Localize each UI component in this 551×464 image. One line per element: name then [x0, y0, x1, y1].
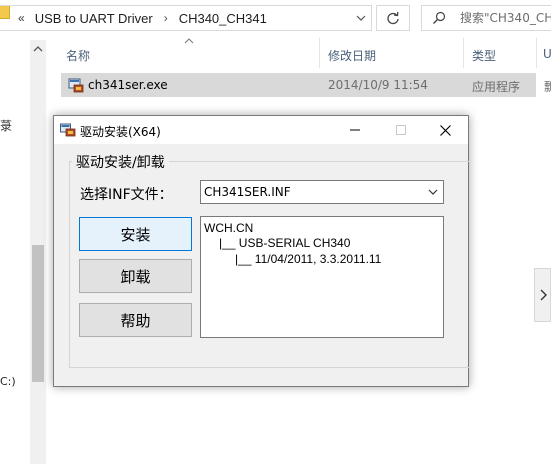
chevron-down-icon[interactable] [426, 184, 440, 200]
overflow-chevron-icon[interactable]: « [18, 11, 25, 25]
installer-exe-icon [68, 78, 84, 93]
help-button[interactable]: 帮助 [79, 303, 192, 337]
address-bar[interactable]: « USB to UART Driver › CH340_CH341 [0, 5, 372, 31]
column-name[interactable]: 名称 [66, 47, 90, 64]
group-title: 驱动安装/卸载 [72, 152, 169, 172]
uninstall-button[interactable]: 卸载 [79, 259, 192, 293]
navigation-pane: 菉 C:) [0, 36, 46, 464]
inf-file-label: 选择INF文件： [80, 187, 173, 203]
address-bar-area: « USB to UART Driver › CH340_CH341 [0, 0, 551, 36]
chevron-right-icon [540, 289, 547, 301]
file-name: ch341ser.exe [88, 78, 168, 92]
search-icon [433, 11, 446, 24]
search-input[interactable] [460, 6, 551, 30]
maximize-button[interactable] [378, 116, 424, 144]
sort-ascending-icon [184, 38, 194, 44]
dialog-title: 驱动安装(X64) [80, 125, 161, 139]
column-size-partial[interactable]: U [543, 47, 551, 61]
file-modified: 2014/10/9 11:54 [328, 78, 428, 92]
search-box [421, 5, 551, 31]
maximize-icon [396, 125, 406, 135]
minimize-icon [350, 129, 360, 131]
column-header: 名称 修改日期 类型 U [46, 36, 551, 72]
info-device: |__ USB-SERIAL CH340 [219, 236, 351, 250]
minimize-button[interactable] [332, 116, 378, 144]
install-button[interactable]: 安装 [79, 217, 192, 251]
app-icon [60, 123, 76, 137]
nav-scrollbar-thumb[interactable] [32, 245, 44, 382]
driver-install-dialog: 驱动安装(X64) 驱动安装/卸载 选择INF文件： CH341SER.INF [53, 115, 470, 387]
column-divider[interactable] [463, 38, 464, 68]
file-type: 应用程序 [472, 80, 521, 94]
inf-file-value: CH341SER.INF [204, 185, 291, 199]
chevron-down-icon [356, 15, 366, 21]
screen: « USB to UART Driver › CH340_CH341 搜索"CH… [0, 0, 551, 464]
column-divider[interactable] [319, 38, 320, 68]
refresh-box [376, 5, 410, 31]
column-divider[interactable] [536, 38, 537, 68]
inf-file-select[interactable]: CH341SER.INF [200, 180, 444, 204]
refresh-button[interactable] [377, 6, 409, 30]
breadcrumb-item-ch340-ch341[interactable]: CH340_CH341 [179, 11, 267, 26]
info-version: |__ 11/04/2011, 3.3.2011.11 [235, 252, 382, 266]
breadcrumb: « USB to UART Driver › CH340_CH341 [18, 11, 267, 26]
breadcrumb-item-usb-to-uart-driver[interactable]: USB to UART Driver [35, 11, 153, 26]
column-modified[interactable]: 修改日期 [328, 47, 376, 64]
address-dropdown-button[interactable] [355, 7, 367, 29]
info-vendor: WCH.CN [204, 221, 254, 235]
file-row-ch341ser[interactable]: ch341ser.exe 2014/10/9 11:54 应用程序 [61, 73, 536, 97]
scroll-up-icon[interactable] [30, 40, 46, 58]
breadcrumb-separator-icon[interactable]: › [164, 11, 168, 25]
dialog-titlebar[interactable]: 驱动安装(X64) [54, 116, 468, 144]
nav-item-fragment[interactable]: 菉 [0, 117, 12, 134]
column-type[interactable]: 类型 [472, 47, 496, 64]
driver-info-box: WCH.CN |__ USB-SERIAL CH340 |__ 11/04/20… [200, 216, 444, 338]
refresh-icon [387, 11, 399, 25]
nav-item-drive-fragment[interactable]: C:) [0, 375, 16, 388]
horizontal-scroll-right-button[interactable] [534, 268, 551, 322]
file-size-partial: 飘 [544, 80, 551, 94]
nav-scrollbar[interactable] [30, 40, 46, 464]
close-icon [439, 124, 451, 136]
close-button[interactable] [422, 116, 468, 144]
